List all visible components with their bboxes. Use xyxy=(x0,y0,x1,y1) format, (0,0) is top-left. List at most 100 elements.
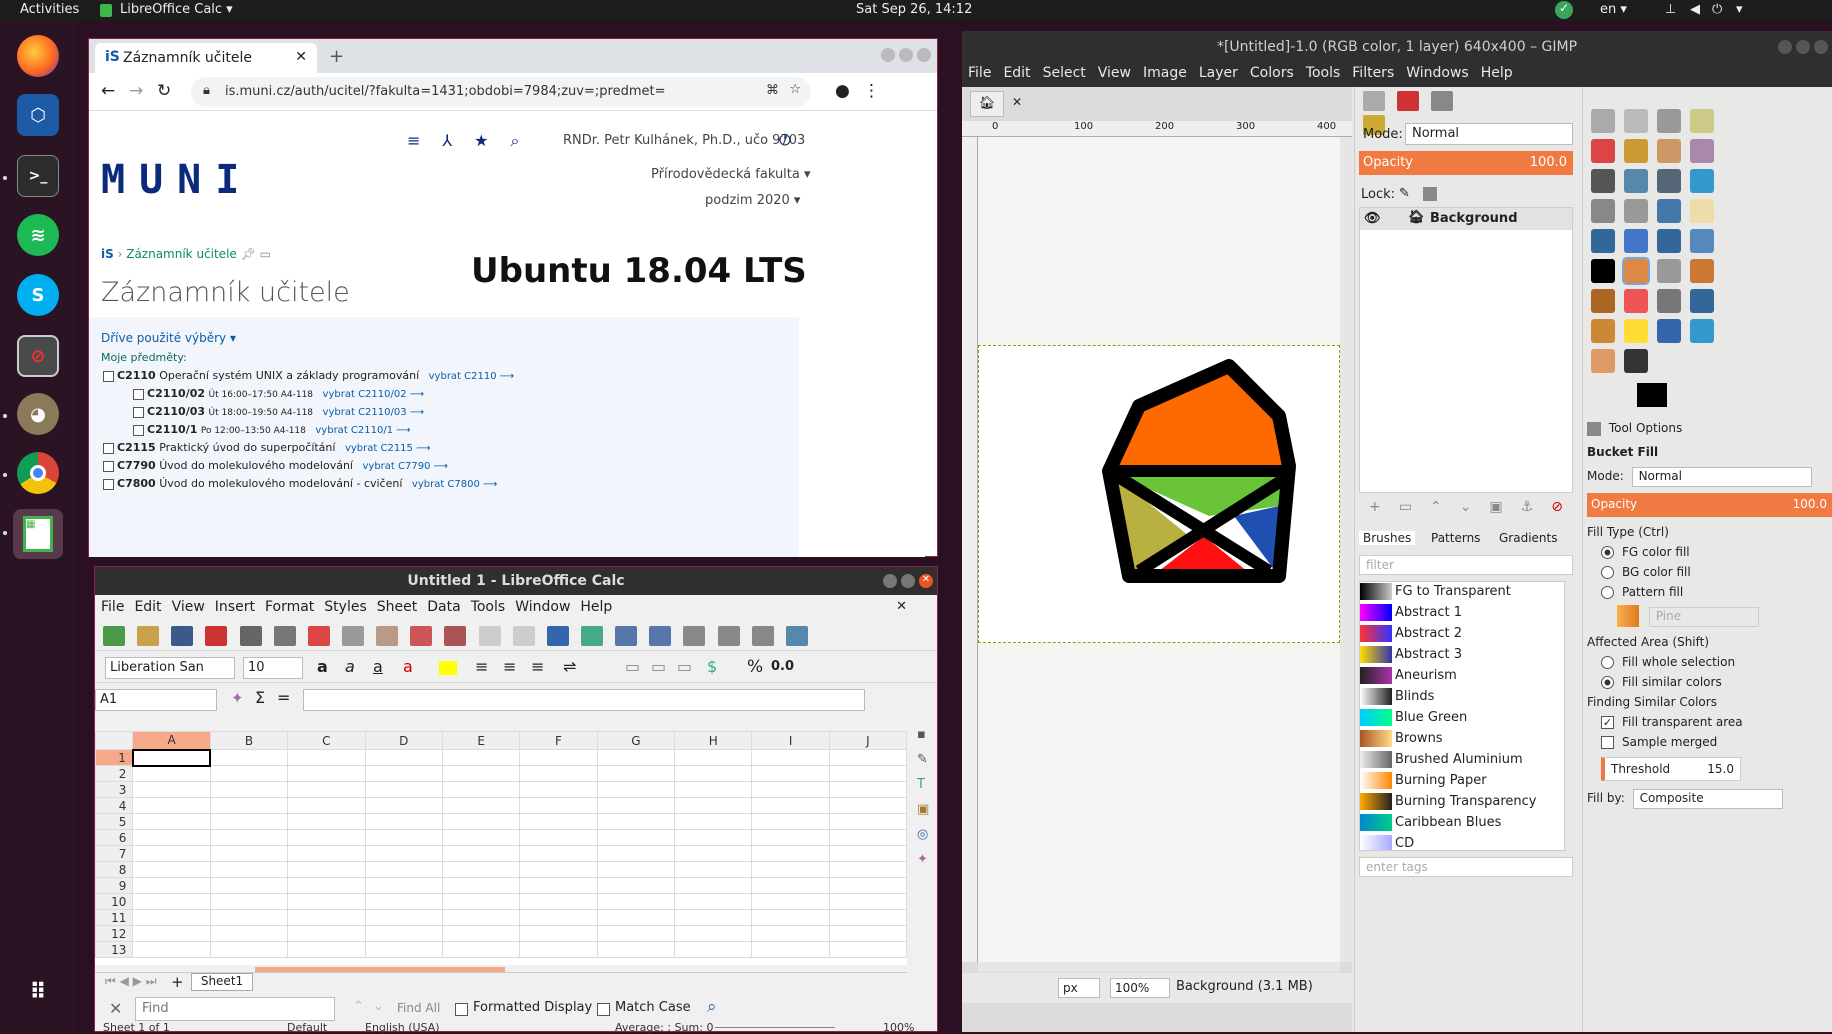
sheet-tab[interactable]: Sheet1 xyxy=(191,973,253,991)
row-header[interactable]: 4 xyxy=(95,797,134,814)
network-icon[interactable]: ⊥ xyxy=(1665,2,1676,17)
cell[interactable] xyxy=(209,749,289,766)
gradient-item[interactable]: Brushed Aluminium xyxy=(1360,750,1564,771)
fill-mode-select[interactable]: Normal xyxy=(1631,467,1812,487)
cell[interactable] xyxy=(287,845,366,862)
sum-button[interactable]: Σ xyxy=(255,688,265,707)
cell[interactable] xyxy=(828,765,907,782)
cell[interactable] xyxy=(828,893,907,910)
patterns-tab[interactable]: Patterns xyxy=(1427,531,1484,545)
cell[interactable] xyxy=(519,813,598,830)
faculty-select[interactable]: Přírodovědecká fakulta ▾ xyxy=(651,167,811,182)
address-bar[interactable]: 🔒︎ is.muni.cz/auth/ucitel/?fakulta=1431;… xyxy=(191,77,811,107)
show-apps-icon[interactable]: ⠿ xyxy=(17,971,59,1013)
sample-merged-checkbox[interactable] xyxy=(1601,736,1614,749)
cell[interactable] xyxy=(674,845,753,862)
gimp-menu-colors[interactable]: Colors xyxy=(1250,65,1294,81)
row-header[interactable]: 6 xyxy=(95,829,134,846)
horizontal-ruler[interactable]: 0 100 200 300 400 xyxy=(962,121,1352,137)
cell[interactable] xyxy=(209,797,289,814)
fill-opacity-slider[interactable]: Opacity 100.0 xyxy=(1587,493,1832,517)
cell[interactable] xyxy=(209,925,289,942)
cell[interactable] xyxy=(209,845,289,862)
redo-icon[interactable] xyxy=(512,626,535,646)
cell[interactable] xyxy=(751,925,830,942)
fg-fill-radio[interactable] xyxy=(1601,546,1614,559)
gimp-menu-select[interactable]: Select xyxy=(1043,65,1086,81)
breadcrumb-link[interactable]: Záznamník učitele xyxy=(126,247,237,261)
menu-help[interactable]: Help xyxy=(580,599,612,615)
cell[interactable] xyxy=(828,877,907,894)
cell[interactable] xyxy=(751,829,830,846)
cell[interactable] xyxy=(209,781,289,798)
row-header[interactable]: 2 xyxy=(95,765,134,782)
language-indicator[interactable]: en ▾ xyxy=(1600,2,1627,17)
cell[interactable] xyxy=(596,829,676,846)
name-box[interactable]: A1 xyxy=(95,689,217,711)
cell[interactable] xyxy=(364,829,443,846)
font-color-icon[interactable]: a xyxy=(403,657,413,676)
cell[interactable] xyxy=(441,829,521,846)
gimp-maximize-icon[interactable] xyxy=(1796,40,1810,54)
column-header[interactable]: F xyxy=(519,731,598,750)
canvas-area[interactable] xyxy=(978,137,1340,962)
cell[interactable] xyxy=(364,813,443,830)
cell[interactable] xyxy=(828,941,907,958)
cell[interactable] xyxy=(519,877,598,894)
whole-selection-radio[interactable] xyxy=(1601,656,1614,669)
gradient-item[interactable]: Blue Green xyxy=(1360,708,1564,729)
gimp-menu-tools[interactable]: Tools xyxy=(1306,65,1341,81)
wrap-icon[interactable]: ⇌ xyxy=(563,657,576,676)
cell[interactable] xyxy=(209,909,289,926)
tool-icon[interactable] xyxy=(1657,319,1681,343)
tool-icon[interactable] xyxy=(1624,349,1648,373)
row-header[interactable]: 11 xyxy=(95,909,134,926)
cell[interactable] xyxy=(364,797,443,814)
close-icon[interactable] xyxy=(917,48,931,62)
menu-tools[interactable]: Tools xyxy=(471,599,506,615)
calc-icon[interactable]: ▦ xyxy=(13,509,63,559)
maximize-icon[interactable] xyxy=(899,48,913,62)
column-header[interactable]: B xyxy=(209,731,289,750)
formula-button[interactable]: = xyxy=(277,688,290,707)
course-select-link[interactable]: vybrat C2115 ⟶ xyxy=(345,443,430,454)
gimp-icon[interactable]: ◕ xyxy=(17,393,59,435)
tool-icon[interactable] xyxy=(1657,169,1681,193)
cell[interactable] xyxy=(596,861,676,878)
functions-icon[interactable]: ✦ xyxy=(917,852,939,867)
menu-styles[interactable]: Styles xyxy=(324,599,366,615)
cell[interactable] xyxy=(287,749,366,766)
cell[interactable] xyxy=(751,877,830,894)
align-center-icon[interactable]: ≡ xyxy=(503,657,516,676)
course-checkbox[interactable] xyxy=(133,424,144,436)
cell[interactable] xyxy=(287,909,366,926)
cell[interactable] xyxy=(131,748,212,767)
terminal-icon[interactable]: >_ xyxy=(17,155,59,197)
tool-icon[interactable] xyxy=(1591,169,1615,193)
star-icon[interactable]: ☆ xyxy=(789,82,801,97)
course-checkbox[interactable] xyxy=(133,406,144,418)
cell[interactable] xyxy=(828,749,907,766)
row-header[interactable]: 3 xyxy=(95,781,134,798)
formula-input[interactable] xyxy=(303,689,865,711)
cell[interactable] xyxy=(828,909,907,926)
cell[interactable] xyxy=(287,941,366,958)
cell[interactable] xyxy=(828,797,907,814)
tool-icon[interactable] xyxy=(1690,139,1714,163)
cell[interactable] xyxy=(287,893,366,910)
previous-selections[interactable]: Dříve použité výběry ▾ xyxy=(101,331,236,345)
cell[interactable] xyxy=(519,893,598,910)
gradient-item[interactable]: Burning Transparency xyxy=(1360,792,1564,813)
row-header[interactable]: 12 xyxy=(95,925,134,942)
tool-icon[interactable] xyxy=(1591,259,1615,283)
function-wizard-icon[interactable]: ✦ xyxy=(231,689,244,707)
cell[interactable] xyxy=(828,925,907,942)
cell[interactable] xyxy=(364,909,443,926)
course-checkbox[interactable] xyxy=(103,460,114,472)
clone-icon[interactable] xyxy=(410,626,433,646)
spotify-icon[interactable]: ≋ xyxy=(17,214,59,256)
status-zoom[interactable]: 100% xyxy=(883,1021,914,1034)
decimal-button[interactable]: 0.0 xyxy=(771,659,794,674)
bg-fill-radio[interactable] xyxy=(1601,566,1614,579)
menu-insert[interactable]: Insert xyxy=(215,599,255,615)
